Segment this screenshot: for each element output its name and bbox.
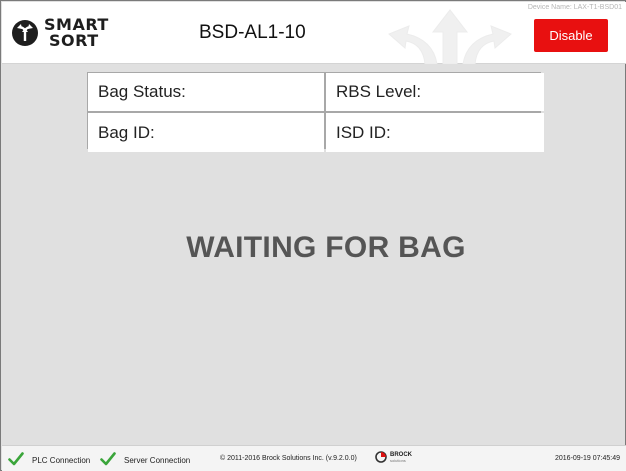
status-message: WAITING FOR BAG: [186, 231, 466, 264]
isd-id-label: ISD ID:: [336, 122, 391, 142]
logo-text: SMART SORT: [44, 17, 109, 49]
rbs-level-label: RBS Level:: [336, 82, 422, 101]
bag-id-label: Bag ID:: [98, 122, 155, 142]
bag-id-field: Bag ID:: [88, 113, 324, 152]
checkmark-icon: [100, 451, 116, 469]
brock-sub: solutions: [390, 458, 406, 463]
server-connection-status: Server Connection: [100, 451, 190, 469]
bag-status-field: Bag Status:: [88, 73, 324, 111]
device-title: BSD-AL1-10: [199, 22, 306, 43]
bag-info-table: Bag Status: RBS Level: Bag ID: ISD ID:: [87, 72, 544, 152]
plc-connection-label: PLC Connection: [32, 455, 91, 465]
brock-logo-icon: [375, 451, 387, 465]
bag-status-label: Bag Status:: [98, 82, 186, 101]
copyright-text: © 2011-2016 Brock Solutions Inc. (v.9.2.…: [220, 455, 357, 462]
smart-sort-logo: SMART SORT: [12, 16, 109, 50]
status-bar: PLC Connection Server Connection © 2011-…: [2, 445, 626, 471]
app-window: SMART SORT BSD-AL1-10 Device Name: LAX-T…: [0, 0, 626, 471]
logo-line2: SORT: [49, 31, 99, 50]
brock-logo: BROCK solutions: [375, 451, 412, 465]
timestamp: 2016-09-19 07:45:49: [555, 455, 620, 462]
header-bar: SMART SORT BSD-AL1-10 Device Name: LAX-T…: [2, 2, 626, 65]
server-connection-label: Server Connection: [124, 455, 191, 465]
isd-id-field: ISD ID:: [326, 113, 544, 152]
rbs-level-field: RBS Level:: [326, 73, 544, 111]
sort-arrows-icon: [385, 4, 515, 69]
device-name-label: Device Name: LAX-T1-BSD01: [527, 4, 622, 11]
checkmark-icon: [8, 451, 24, 469]
plc-connection-status: PLC Connection: [8, 451, 90, 469]
disable-button[interactable]: Disable: [534, 19, 608, 52]
smart-sort-logo-icon: [12, 20, 38, 46]
